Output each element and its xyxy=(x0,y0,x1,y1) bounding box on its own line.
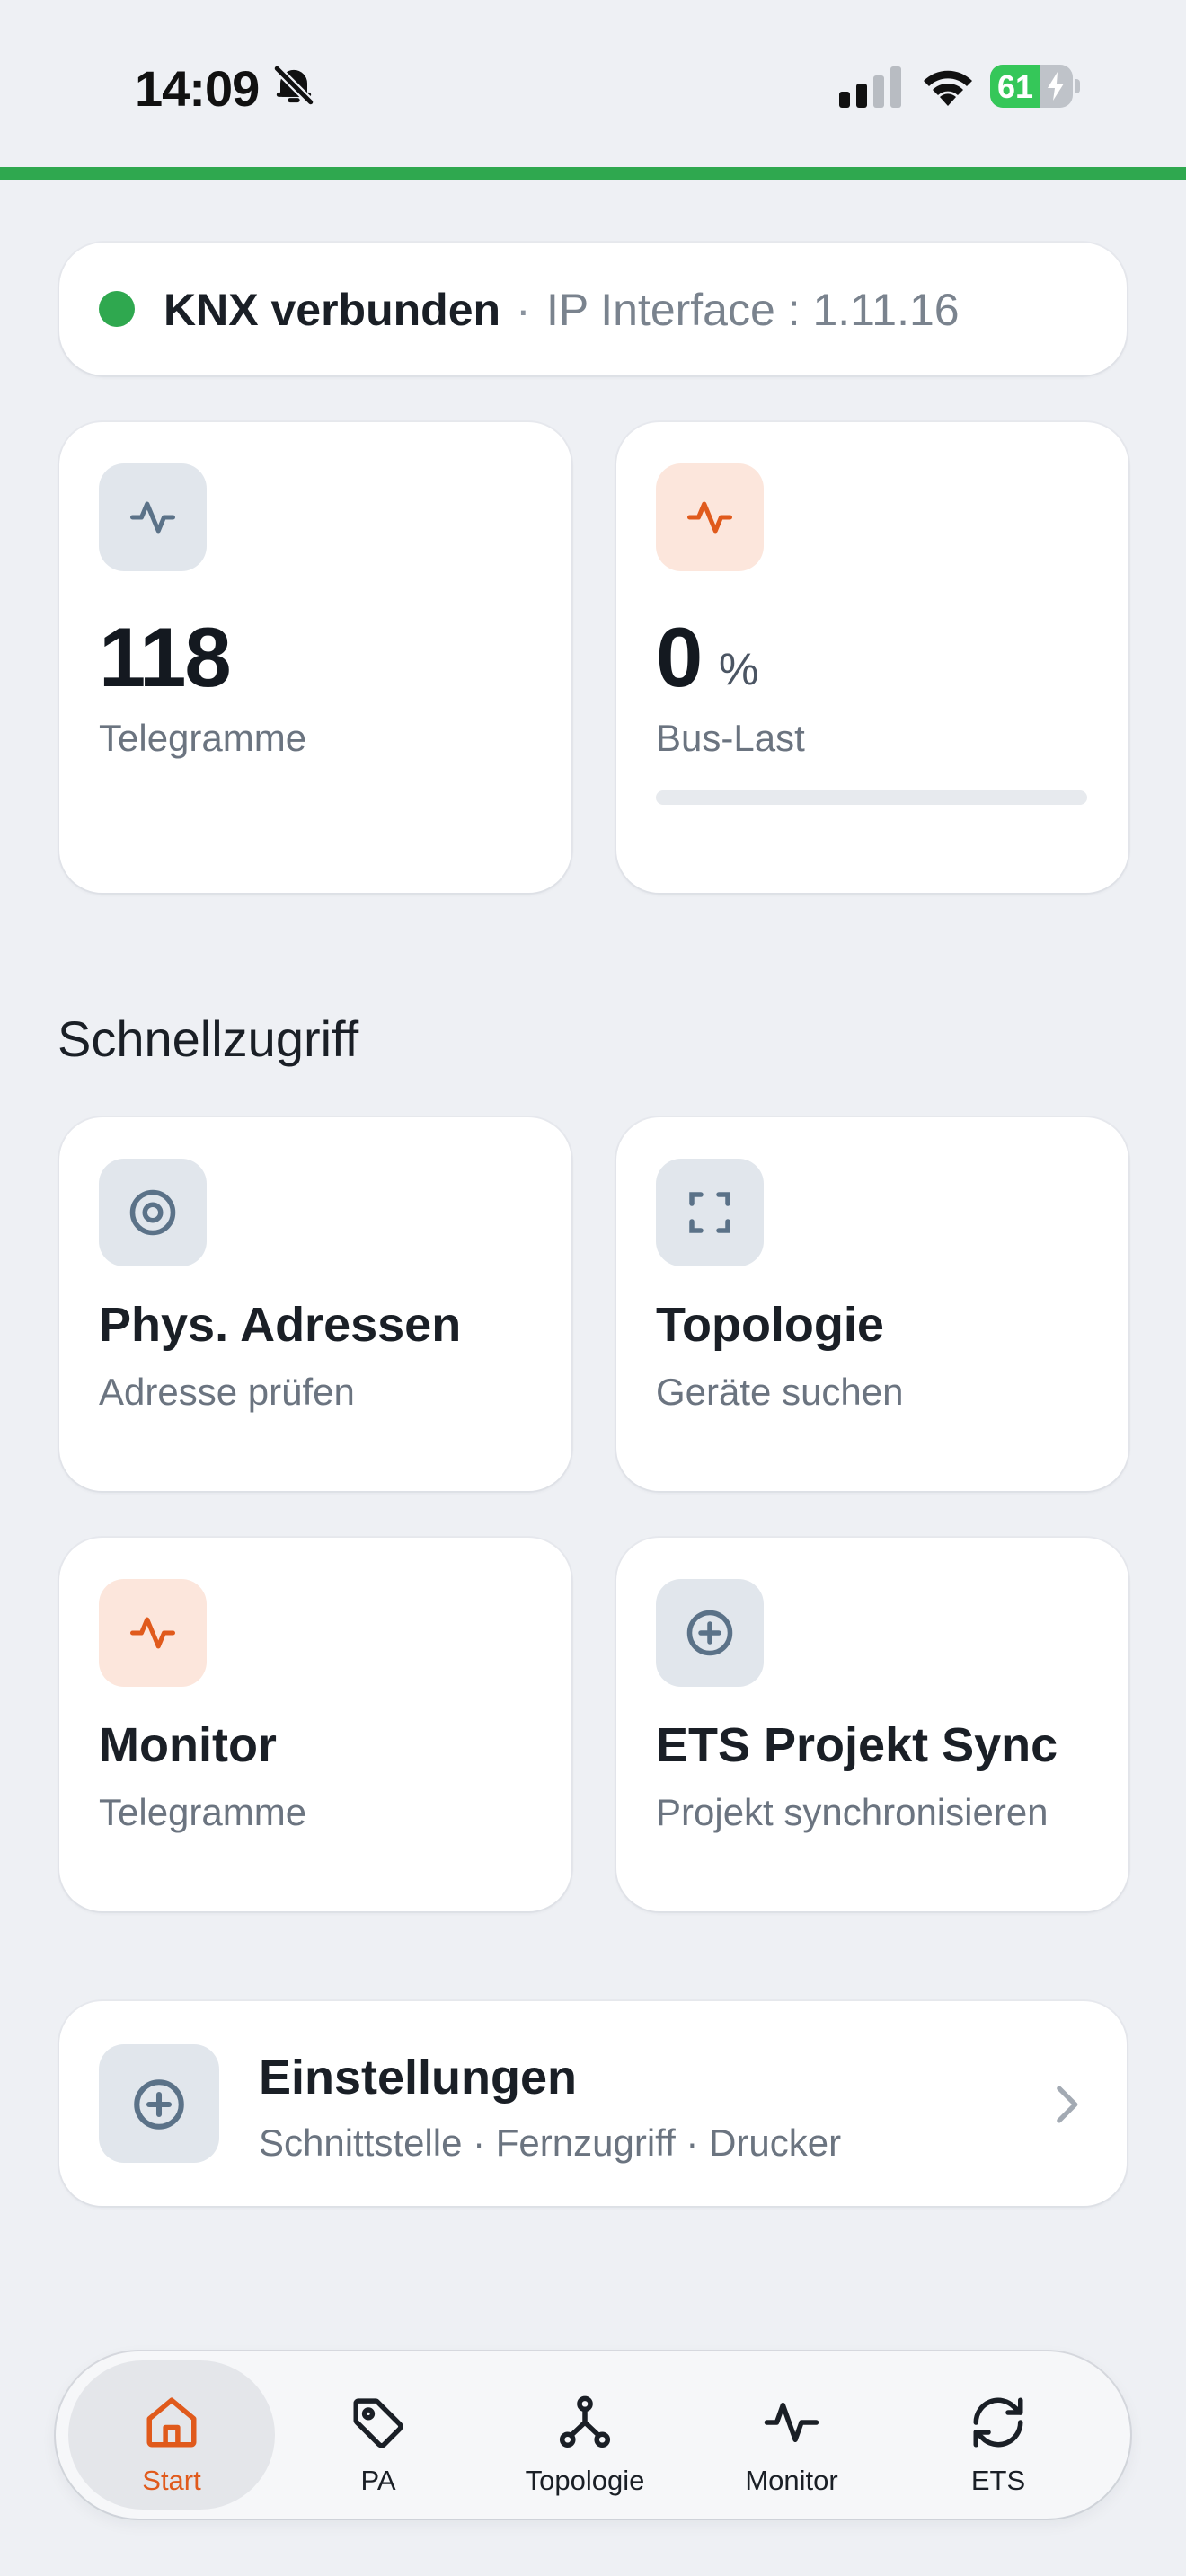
tile-icon-box xyxy=(99,1159,207,1266)
chevron-right-icon xyxy=(1057,2086,1078,2123)
refresh-icon xyxy=(973,2397,1023,2448)
tab-label: PA xyxy=(360,2465,396,2496)
telegram-icon-box xyxy=(99,463,207,571)
tile-title: Monitor xyxy=(99,1718,277,1772)
battery-level: 61 xyxy=(997,68,1034,105)
tile-subtitle: Geräte suchen xyxy=(656,1371,904,1413)
target-icon xyxy=(129,1189,176,1236)
battery-indicator: 61 xyxy=(990,65,1080,108)
tile-subtitle: Projekt synchronisieren xyxy=(656,1791,1049,1833)
tab-label: ETS xyxy=(970,2465,1026,2496)
tab-pa[interactable]: PA xyxy=(275,2360,482,2510)
settings-icon-box xyxy=(99,2044,219,2163)
plus-circle-icon xyxy=(134,2079,184,2130)
charging-bolt-icon xyxy=(1048,72,1064,101)
tile-icon-box xyxy=(656,1159,764,1266)
bus-load-label: Bus-Last xyxy=(656,717,805,759)
connected-indicator-dot xyxy=(99,291,135,327)
telegram-count: 118 xyxy=(99,610,232,704)
tile-icon-box xyxy=(99,1579,207,1687)
connection-status-label: KNX verbunden xyxy=(164,285,501,335)
status-bar: 14:09 61 xyxy=(0,0,1186,167)
activity-icon xyxy=(764,2403,819,2442)
tile-subtitle: Telegramme xyxy=(99,1791,307,1833)
tab-start[interactable]: Start xyxy=(68,2360,275,2510)
connection-interface: IP Interface : 1.11.16 xyxy=(546,285,960,335)
bus-load-progress-bar xyxy=(656,790,1087,805)
activity-icon xyxy=(130,1617,175,1649)
settings-subtitle: Schnittstelle · Fernzugriff · Drucker xyxy=(259,2122,842,2164)
wifi-icon xyxy=(924,70,972,106)
bell-muted-icon xyxy=(272,64,315,107)
settings-title: Einstellungen xyxy=(259,2051,578,2104)
tile-icon-box xyxy=(656,1579,764,1687)
connection-status-card[interactable]: KNX verbunden · IP Interface : 1.11.16 xyxy=(59,243,1127,375)
settings-row[interactable]: Einstellungen Schnittstelle · Fernzugrif… xyxy=(59,2001,1127,2206)
knx-home-screen: 14:09 61 KNX verbunden · IP Interface: … xyxy=(0,0,1186,2576)
tile-title: Phys. Adressen xyxy=(99,1298,462,1352)
plus-circle-icon xyxy=(686,1610,733,1656)
bus-load-unit: % xyxy=(719,644,759,694)
tab-label: Monitor xyxy=(745,2465,838,2496)
tab-monitor[interactable]: Monitor xyxy=(688,2360,895,2510)
tile-topologie[interactable]: Topologie Geräte suchen xyxy=(616,1117,1128,1491)
bottom-tab-bar: Start PA Topologie Monitor ETS xyxy=(56,2351,1130,2519)
tag-icon xyxy=(353,2398,403,2448)
telegram-count-label: Telegramme xyxy=(99,717,307,759)
tile-phys-adressen[interactable]: Phys. Adressen Adresse prüfen xyxy=(59,1117,571,1491)
tile-ets-projekt-sync[interactable]: ETS Projekt Sync Projekt synchronisieren xyxy=(616,1538,1128,1911)
connection-separator: · xyxy=(516,285,531,335)
telegram-count-card[interactable]: 118 Telegramme xyxy=(59,422,571,893)
quick-access-heading: Schnellzugriff xyxy=(58,1010,359,1067)
tile-subtitle: Adresse prüfen xyxy=(99,1371,355,1413)
cellular-signal-icon xyxy=(839,66,901,108)
home-icon xyxy=(146,2397,197,2448)
tile-monitor[interactable]: Monitor Telegramme xyxy=(59,1538,571,1911)
activity-icon xyxy=(130,501,175,534)
bus-load-value: 0 xyxy=(656,610,703,704)
tab-label: Start xyxy=(142,2465,201,2496)
battery-body: 61 xyxy=(990,65,1073,108)
network-icon xyxy=(559,2395,611,2448)
tab-ets[interactable]: ETS xyxy=(895,2360,1102,2510)
scan-icon xyxy=(689,1192,730,1233)
activity-icon xyxy=(687,501,732,534)
tile-title: Topologie xyxy=(656,1298,884,1352)
connection-status-bar xyxy=(0,167,1186,180)
battery-cap xyxy=(1075,79,1080,93)
tab-label: Topologie xyxy=(525,2465,645,2496)
bus-load-icon-box xyxy=(656,463,764,571)
tab-topologie[interactable]: Topologie xyxy=(482,2360,688,2510)
bus-load-card[interactable]: 0 % Bus-Last xyxy=(616,422,1128,893)
tile-title: ETS Projekt Sync xyxy=(656,1718,1058,1772)
status-time: 14:09 xyxy=(135,60,260,117)
